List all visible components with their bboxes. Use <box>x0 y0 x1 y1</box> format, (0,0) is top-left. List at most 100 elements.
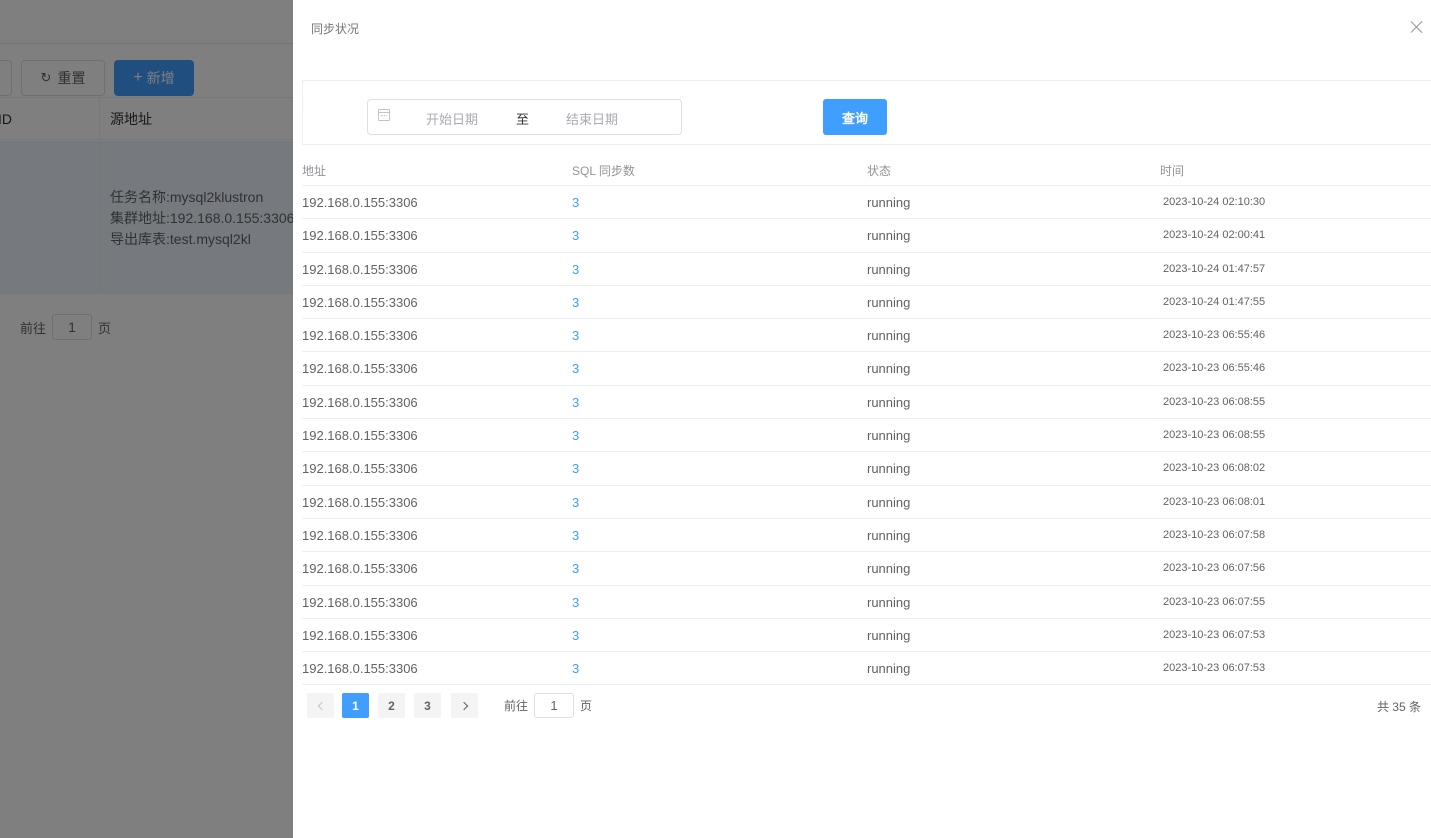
table-row: 192.168.0.155:3306 3 running 2023-10-23 06:… <box>302 419 1431 453</box>
address-cell: 192.168.0.155:3306 <box>302 661 418 677</box>
table-body: 192.168.0.155:3306 3 running 2023-10-24 02:… <box>302 186 1431 686</box>
status-cell: running <box>867 361 911 377</box>
time-cell: 2023-10-23 06:07:53 <box>1163 628 1266 641</box>
address-cell: 192.168.0.155:3306 <box>302 561 418 577</box>
time-cell: 2023-10-23 06:08:55 <box>1163 395 1266 408</box>
time-cell: 2023-10-23 06:55:46 <box>1163 329 1266 342</box>
chevron-left-icon <box>317 701 326 710</box>
address-cell: 192.168.0.155:3306 <box>302 394 418 410</box>
time-cell: 2023-10-23 06:08:02 <box>1163 462 1266 475</box>
status-cell: running <box>867 261 911 277</box>
table-row: 192.168.0.155:3306 3 running 2023-10-23 06:… <box>302 652 1431 686</box>
status-cell: running <box>867 394 911 410</box>
address-cell: 192.168.0.155:3306 <box>302 195 418 210</box>
sync-status-drawer: 同步状况 开始日期 至 结束日期 查询 地址 SQL 同步数 状态 时间 192… <box>293 0 1431 838</box>
time-cell: 2023-10-23 06:07:58 <box>1163 528 1266 541</box>
table-row: 192.168.0.155:3306 3 running 2023-10-24 01:… <box>302 286 1431 320</box>
drawer-title: 同步状况 <box>311 22 360 36</box>
time-cell: 2023-10-23 06:55:46 <box>1163 362 1266 375</box>
address-cell: 192.168.0.155:3306 <box>302 428 418 444</box>
status-cell: running <box>867 195 911 210</box>
table-row: 192.168.0.155:3306 3 running 2023-10-23 06:… <box>302 586 1431 619</box>
table-row: 192.168.0.155:3306 3 running 2023-10-23 06:… <box>302 386 1431 420</box>
start-date-input[interactable]: 开始日期 <box>426 109 478 128</box>
sql-count-link[interactable]: 3 <box>572 661 579 676</box>
table-row: 192.168.0.155:3306 3 running 2023-10-23 06:… <box>302 552 1431 586</box>
time-cell: 2023-10-24 01:47:55 <box>1163 295 1266 308</box>
time-cell: 2023-10-24 02:00:41 <box>1163 229 1266 242</box>
total-count: 共 35 条 <box>1376 700 1421 714</box>
time-cell: 2023-10-24 01:47:57 <box>1163 262 1266 275</box>
sql-count-link[interactable]: 3 <box>572 195 579 210</box>
sql-count-link[interactable]: 3 <box>572 295 579 310</box>
sql-count-link[interactable]: 3 <box>572 528 579 543</box>
table-row: 192.168.0.155:3306 3 running 2023-10-23 06:… <box>302 352 1431 386</box>
time-cell: 2023-10-23 06:07:55 <box>1163 595 1266 608</box>
table-header: 地址 SQL 同步数 状态 时间 <box>302 152 1431 186</box>
date-range-picker[interactable]: 开始日期 至 结束日期 <box>367 99 682 135</box>
page-button-1[interactable]: 1 <box>342 693 369 718</box>
table-row: 192.168.0.155:3306 3 running 2023-10-24 02:… <box>302 219 1431 253</box>
sql-count-link[interactable]: 3 <box>572 395 579 410</box>
time-cell: 2023-10-24 02:10:30 <box>1163 196 1266 208</box>
address-cell: 192.168.0.155:3306 <box>302 361 418 377</box>
status-cell: running <box>867 428 911 444</box>
address-cell: 192.168.0.155:3306 <box>302 494 418 510</box>
time-cell: 2023-10-23 06:07:56 <box>1163 562 1266 575</box>
status-cell: running <box>867 594 911 610</box>
sql-count-link[interactable]: 3 <box>572 361 579 376</box>
sync-status-table: 地址 SQL 同步数 状态 时间 192.168.0.155:3306 3 runn… <box>302 152 1431 686</box>
chevron-right-icon <box>459 701 468 710</box>
status-cell: running <box>867 627 911 643</box>
sql-count-link[interactable]: 3 <box>572 461 579 476</box>
sql-count-link[interactable]: 3 <box>572 595 579 610</box>
table-row: 192.168.0.155:3306 3 running 2023-10-23 06:… <box>302 519 1431 553</box>
query-button[interactable]: 查询 <box>823 99 887 135</box>
page-suffix: 页 <box>580 699 593 713</box>
sql-count-link[interactable]: 3 <box>572 495 579 510</box>
time-cell: 2023-10-23 06:08:01 <box>1163 495 1266 508</box>
range-separator: 至 <box>516 112 530 127</box>
table-row: 192.168.0.155:3306 3 running 2023-10-23 06:… <box>302 452 1431 486</box>
time-cell: 2023-10-23 06:08:55 <box>1163 429 1266 442</box>
table-row: 192.168.0.155:3306 3 running 2023-10-23 06:… <box>302 619 1431 653</box>
table-row: 192.168.0.155:3306 3 running 2023-10-23 06:… <box>302 486 1431 519</box>
goto-label: 前往 <box>504 699 529 713</box>
address-cell: 192.168.0.155:3306 <box>302 594 418 610</box>
status-cell: running <box>867 294 911 310</box>
address-cell: 192.168.0.155:3306 <box>302 228 418 244</box>
end-date-input[interactable]: 结束日期 <box>566 109 618 128</box>
address-cell: 192.168.0.155:3306 <box>302 461 418 477</box>
table-row: 192.168.0.155:3306 3 running 2023-10-23 06:… <box>302 319 1431 353</box>
time-cell: 2023-10-23 06:07:53 <box>1163 662 1266 675</box>
sql-count-link[interactable]: 3 <box>572 628 579 643</box>
table-row: 192.168.0.155:3306 3 running 2023-10-24 02:… <box>302 186 1431 220</box>
status-cell: running <box>867 328 911 344</box>
column-header-address: 地址 <box>302 164 327 178</box>
sql-count-link[interactable]: 3 <box>572 262 579 277</box>
status-cell: running <box>867 494 911 510</box>
sql-count-link[interactable]: 3 <box>572 561 579 576</box>
address-cell: 192.168.0.155:3306 <box>302 328 418 344</box>
next-page-button[interactable] <box>451 693 478 718</box>
goto-page-input[interactable]: 1 <box>534 693 575 718</box>
goto-page: 前往 1 页 <box>504 693 592 718</box>
page-button-3[interactable]: 3 <box>414 693 441 718</box>
page-button-2[interactable]: 2 <box>378 693 405 718</box>
column-header-sql-count: SQL 同步数 <box>572 164 635 178</box>
sql-count-link[interactable]: 3 <box>572 228 579 243</box>
close-icon[interactable] <box>1408 18 1426 36</box>
status-cell: running <box>867 661 911 677</box>
status-cell: running <box>867 527 911 543</box>
calendar-icon <box>378 109 390 121</box>
prev-page-button[interactable] <box>307 693 334 718</box>
sql-count-link[interactable]: 3 <box>572 428 579 443</box>
address-cell: 192.168.0.155:3306 <box>302 627 418 643</box>
status-cell: running <box>867 561 911 577</box>
sql-count-link[interactable]: 3 <box>572 328 579 343</box>
pagination: 1 2 3 前往 1 页 共 35 条 <box>307 693 1431 719</box>
table-row: 192.168.0.155:3306 3 running 2023-10-24 01:… <box>302 253 1431 286</box>
address-cell: 192.168.0.155:3306 <box>302 294 418 310</box>
address-cell: 192.168.0.155:3306 <box>302 527 418 543</box>
filter-bar: 开始日期 至 结束日期 查询 <box>302 80 1431 145</box>
